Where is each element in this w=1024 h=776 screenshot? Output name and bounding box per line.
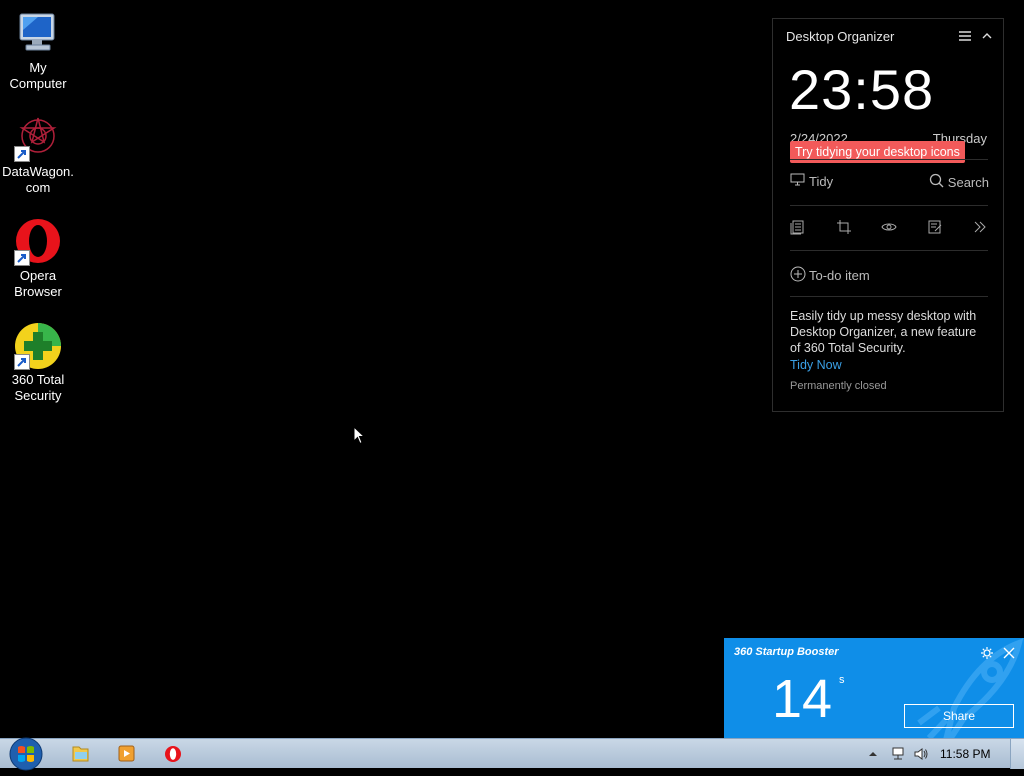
taskbar-clock[interactable]: 11:58 PM [940, 747, 990, 761]
360-security-icon [14, 322, 62, 370]
startup-booster-popup: 360 Startup Booster 14 s Share [724, 638, 1024, 738]
organizer-toolbar [790, 219, 988, 235]
desktop-icon-opera[interactable]: Opera Browser [0, 218, 76, 300]
volume-icon[interactable] [913, 746, 929, 762]
search-button[interactable]: Search [929, 173, 989, 191]
datawagon-icon [14, 114, 62, 162]
boot-time-unit: s [839, 674, 845, 686]
search-icon [929, 173, 944, 191]
share-button[interactable]: Share [904, 704, 1014, 728]
eye-icon[interactable] [881, 219, 897, 235]
network-icon[interactable] [890, 746, 906, 762]
desktop-organizer-panel: Desktop Organizer 23:58 2/24/2022 Thursd… [772, 18, 1004, 412]
booster-title: 360 Startup Booster [734, 646, 839, 658]
taskbar-media-player[interactable] [106, 742, 146, 766]
media-player-icon [118, 745, 135, 762]
tidy-now-link[interactable]: Tidy Now [790, 358, 842, 372]
chevron-up-icon[interactable] [980, 29, 994, 43]
desktop-icon-datawagon[interactable]: DataWagon. com [0, 114, 76, 196]
opera-icon [14, 218, 62, 266]
taskbar: 11:58 PM [0, 737, 1024, 771]
close-icon[interactable] [1002, 646, 1016, 660]
search-label: Search [947, 174, 989, 190]
mouse-cursor-icon [353, 426, 365, 445]
desktop-icon-label: DataWagon. com [2, 164, 74, 195]
permanently-closed-link[interactable]: Permanently closed [790, 380, 887, 392]
todo-label: To-do item [809, 268, 870, 283]
divider [790, 159, 988, 160]
desktop-icon-label: Opera Browser [14, 268, 62, 299]
divider [790, 296, 988, 297]
desktop-icon-360-total-security[interactable]: 360 Total Security [0, 322, 76, 404]
tidy-button[interactable]: Tidy [790, 173, 833, 189]
shortcut-arrow-icon [14, 146, 30, 162]
desktop-icon-label: 360 Total Security [11, 372, 65, 403]
todo-item-button[interactable]: To-do item [790, 266, 870, 285]
file-explorer-icon [72, 746, 89, 762]
desktop-icon-label: My Computer [9, 60, 67, 91]
divider [790, 205, 988, 206]
tidy-label: Tidy [809, 173, 834, 189]
monitor-icon [790, 173, 805, 189]
show-desktop-button[interactable] [1010, 739, 1024, 769]
tray-expand-icon[interactable] [867, 747, 879, 759]
shortcut-arrow-icon [14, 354, 30, 370]
start-button[interactable] [6, 737, 46, 771]
menu-icon[interactable] [958, 29, 972, 43]
plus-circle-icon [790, 266, 806, 285]
organizer-title: Desktop Organizer [786, 29, 895, 44]
settings-icon[interactable] [980, 646, 994, 660]
double-chevron-right-icon[interactable] [972, 219, 988, 235]
shortcut-arrow-icon [14, 250, 30, 266]
desktop: My Computer DataWagon. com Opera Browser [0, 0, 1024, 738]
boot-time-value: 14 [772, 669, 833, 729]
organizer-clock: 23:58 [789, 58, 935, 121]
taskbar-opera[interactable] [152, 742, 192, 766]
organizer-description: Easily tidy up messy desktop with Deskto… [790, 309, 977, 355]
opera-icon [165, 746, 181, 762]
computer-icon [14, 10, 62, 58]
crop-icon[interactable] [836, 219, 852, 235]
taskbar-file-explorer[interactable] [60, 742, 100, 766]
document-list-icon[interactable] [790, 219, 806, 235]
note-edit-icon[interactable] [927, 219, 943, 235]
divider [790, 250, 988, 251]
desktop-icon-my-computer[interactable]: My Computer [0, 10, 76, 92]
